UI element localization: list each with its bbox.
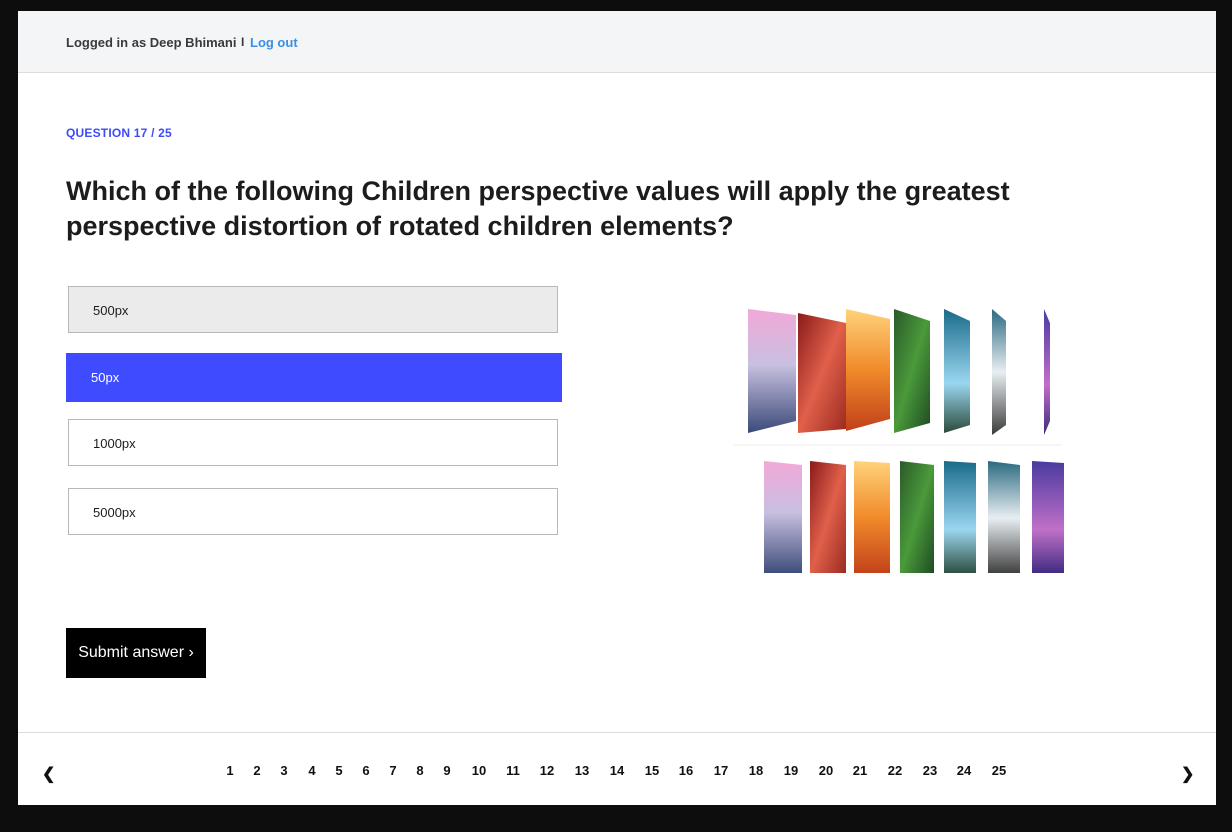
answer-option-label: 1000px xyxy=(93,436,136,451)
page-number-9[interactable]: 9 xyxy=(434,763,460,778)
answer-option-50px[interactable]: 50px xyxy=(66,353,562,402)
page-number-22[interactable]: 22 xyxy=(882,763,908,778)
page-number-25[interactable]: 25 xyxy=(986,763,1012,778)
answer-option-label: 5000px xyxy=(93,505,136,520)
answer-option-500px[interactable]: 500px xyxy=(68,286,558,333)
page-number-19[interactable]: 19 xyxy=(778,763,804,778)
page-number-2[interactable]: 2 xyxy=(244,763,270,778)
app-window: Logged in as Deep Bhimani I Log out QUES… xyxy=(18,11,1216,805)
page-number-4[interactable]: 4 xyxy=(299,763,325,778)
page-number-18[interactable]: 18 xyxy=(743,763,769,778)
page-number-14[interactable]: 14 xyxy=(604,763,630,778)
page-number-5[interactable]: 5 xyxy=(326,763,352,778)
page-number-24[interactable]: 24 xyxy=(951,763,977,778)
page-numbers: 1 2 3 4 5 6 7 8 9 10 11 12 13 14 15 16 17 18 19 20 21 22 23 24 2… xyxy=(18,763,1216,783)
page-number-15[interactable]: 15 xyxy=(639,763,665,778)
page-number-16[interactable]: 16 xyxy=(673,763,699,778)
page-number-7[interactable]: 7 xyxy=(380,763,406,778)
question-counter: QUESTION 17 / 25 xyxy=(66,126,172,140)
top-bar: Logged in as Deep Bhimani I Log out xyxy=(18,11,1216,73)
separator: I xyxy=(241,35,245,49)
logged-in-text: Logged in as Deep Bhimani xyxy=(66,35,237,50)
page-number-10[interactable]: 10 xyxy=(466,763,492,778)
page-number-12[interactable]: 12 xyxy=(534,763,560,778)
answer-option-5000px[interactable]: 5000px xyxy=(68,488,558,535)
page-number-11[interactable]: 11 xyxy=(500,763,526,778)
answer-option-label: 500px xyxy=(93,303,129,318)
page-number-3[interactable]: 3 xyxy=(271,763,297,778)
page-number-20[interactable]: 20 xyxy=(813,763,839,778)
chevron-right-icon[interactable]: ❯ xyxy=(1181,764,1194,784)
answer-option-1000px[interactable]: 1000px xyxy=(68,419,558,466)
submit-answer-button[interactable]: Submit answer › xyxy=(66,628,206,678)
page-number-21[interactable]: 21 xyxy=(847,763,873,778)
answer-option-label: 50px xyxy=(91,370,120,385)
question-title: Which of the following Children perspect… xyxy=(66,176,1010,241)
page-number-23[interactable]: 23 xyxy=(917,763,943,778)
page-number-8[interactable]: 8 xyxy=(407,763,433,778)
perspective-illustration xyxy=(730,293,1066,575)
logout-link[interactable]: Log out xyxy=(250,35,298,50)
page-number-6[interactable]: 6 xyxy=(353,763,379,778)
page-number-13[interactable]: 13 xyxy=(569,763,595,778)
pagination-bar: ❮ 1 2 3 4 5 6 7 8 9 10 11 12 13 14 15 16 17 18 19 20 21 22 23 2… xyxy=(18,732,1216,805)
page-number-1[interactable]: 1 xyxy=(217,763,243,778)
page-number-17[interactable]: 17 xyxy=(708,763,734,778)
